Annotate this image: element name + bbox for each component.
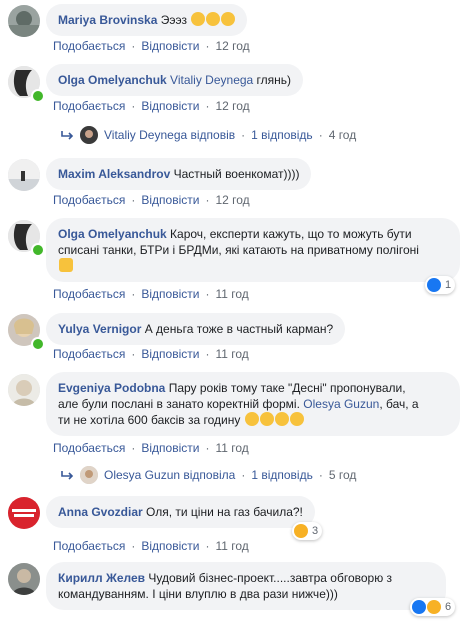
- reply-button[interactable]: Відповісти: [141, 39, 199, 53]
- hand-over-mouth-emoji-icon: [206, 12, 221, 26]
- reactions-badge[interactable]: 3: [292, 522, 323, 540]
- comment-bubble: Evgeniya Podobna Пару років тому таке "Д…: [46, 372, 460, 436]
- timestamp[interactable]: 11 год: [215, 287, 248, 301]
- timestamp[interactable]: 11 год: [215, 441, 248, 455]
- comment-bubble: Olga Omelyanchuk Кароч, експерти кажуть,…: [46, 218, 460, 282]
- comment-text: командуванням. І ціни влуплю в два рази …: [58, 587, 338, 601]
- comment-text: глянь): [253, 73, 292, 87]
- comment-bubble: Maxim Aleksandrov Частный военкомат)))): [46, 158, 312, 190]
- mention-link[interactable]: Vitaliy Deynega: [170, 73, 253, 87]
- author-name[interactable]: Кирилл Желев: [58, 571, 145, 585]
- like-button[interactable]: Подобається: [53, 287, 125, 301]
- comment-actions: Подобається · Відповісти · 12 год: [53, 193, 250, 207]
- author-name[interactable]: Olga Omelyanchuk: [58, 73, 167, 87]
- reply-arrow-icon: [61, 131, 74, 140]
- comment-actions: Подобається · Відповісти · 12 год: [53, 39, 250, 53]
- reply-button[interactable]: Відповісти: [141, 193, 199, 207]
- tears-of-joy-emoji-icon: [289, 412, 304, 426]
- comment-bubble: Olga Omelyanchuk Vitaliy Deynega глянь): [46, 64, 304, 96]
- like-button[interactable]: Подобається: [53, 347, 125, 361]
- scream-emoji-icon: [221, 12, 236, 26]
- haha-reaction-icon: [294, 524, 308, 538]
- online-status-icon: [31, 89, 45, 103]
- author-name[interactable]: Evgeniya Podobna: [58, 381, 165, 395]
- avatar[interactable]: [8, 5, 40, 37]
- timestamp[interactable]: 12 год: [215, 99, 249, 113]
- like-reaction-icon: [412, 600, 426, 614]
- reply-button[interactable]: Відповісти: [141, 539, 199, 553]
- online-status-icon: [31, 243, 45, 257]
- tears-of-joy-emoji-icon: [244, 412, 259, 426]
- comment-bubble: Кирилл Желев Чудовий бізнес-проект.....з…: [46, 562, 446, 610]
- comment-text: Чудовий бізнес-проект.....завтра обговор…: [145, 571, 393, 585]
- comment-actions: Подобається · Відповісти · 11 год: [53, 347, 249, 361]
- like-button[interactable]: Подобається: [53, 441, 125, 455]
- author-name[interactable]: Maxim Aleksandrov: [58, 167, 170, 181]
- reply-arrow-icon: [61, 471, 74, 480]
- timestamp[interactable]: 11 год: [215, 539, 248, 553]
- avatar: [80, 126, 98, 144]
- comment-actions: Подобається · Відповісти · 12 год: [53, 99, 250, 113]
- comment-actions: Подобається · Відповісти · 11 год: [53, 287, 249, 301]
- shrug-emoji-icon: [59, 258, 73, 272]
- comment-bubble: Anna Gvozdiar Оля, ти ціни на газ бачила…: [46, 496, 315, 528]
- like-button[interactable]: Подобається: [53, 39, 125, 53]
- author-name[interactable]: Yulya Vernigor: [58, 322, 141, 336]
- avatar[interactable]: [8, 563, 40, 595]
- comment-text: ти не хотіла 600 баксів за годину: [58, 413, 241, 427]
- like-reaction-icon: [427, 278, 441, 292]
- timestamp[interactable]: 11 год: [215, 347, 248, 361]
- author-name[interactable]: Mariya Brovinska: [58, 13, 157, 27]
- reply-button[interactable]: Відповісти: [141, 441, 199, 455]
- avatar[interactable]: [8, 497, 40, 529]
- comment-text: Оля, ти ціни на газ бачила?!: [142, 505, 303, 519]
- comment-text: Пару років тому таке "Десні" пропонували…: [165, 381, 406, 395]
- view-replies-link[interactable]: Vitaliy Deynega відповів · 1 відповідь · 4…: [60, 126, 356, 144]
- reactions-badge[interactable]: 6: [410, 598, 456, 616]
- timestamp[interactable]: 12 год: [215, 193, 249, 207]
- comment-actions: Подобається · Відповісти · 11 год: [53, 441, 249, 455]
- comment-actions: Подобається · Відповісти · 11 год: [53, 539, 249, 553]
- comment-text: списані танки, БТРи і БРДМи, які катають…: [58, 243, 419, 257]
- comment-text: але були послані в занато коректній форм…: [58, 397, 300, 411]
- comment-bubble: Yulya Vernigor А деньга тоже в частный к…: [46, 313, 346, 345]
- online-status-icon: [31, 337, 45, 351]
- avatar: [80, 466, 98, 484]
- reply-button[interactable]: Відповісти: [141, 347, 199, 361]
- view-replies-link[interactable]: Olesya Guzun відповіла · 1 відповідь · 5 г…: [60, 466, 356, 484]
- comment-bubble: Mariya Brovinska Эээз: [46, 4, 248, 36]
- tears-of-joy-emoji-icon: [259, 412, 274, 426]
- reactions-badge[interactable]: 1: [425, 276, 456, 294]
- comment-text: Частный военкомат)))): [173, 167, 300, 181]
- comment-text: А деньга тоже в частный карман?: [141, 322, 334, 336]
- avatar[interactable]: [8, 159, 40, 191]
- reply-button[interactable]: Відповісти: [141, 99, 199, 113]
- like-button[interactable]: Подобається: [53, 99, 125, 113]
- tears-of-joy-emoji-icon: [274, 412, 289, 426]
- like-button[interactable]: Подобається: [53, 539, 125, 553]
- author-name[interactable]: Olga Omelyanchuk: [58, 227, 167, 241]
- haha-reaction-icon: [427, 600, 441, 614]
- scream-emoji-icon: [191, 12, 206, 26]
- avatar[interactable]: [8, 374, 40, 406]
- comment-text: Кароч, експерти кажуть, що то можуть бут…: [166, 227, 412, 241]
- comment-text: Эээз: [160, 13, 187, 27]
- author-name[interactable]: Anna Gvozdiar: [58, 505, 143, 519]
- reply-button[interactable]: Відповісти: [141, 287, 199, 301]
- like-button[interactable]: Подобається: [53, 193, 125, 207]
- timestamp[interactable]: 12 год: [215, 39, 249, 53]
- mention-link[interactable]: Olesya Guzun: [303, 397, 379, 411]
